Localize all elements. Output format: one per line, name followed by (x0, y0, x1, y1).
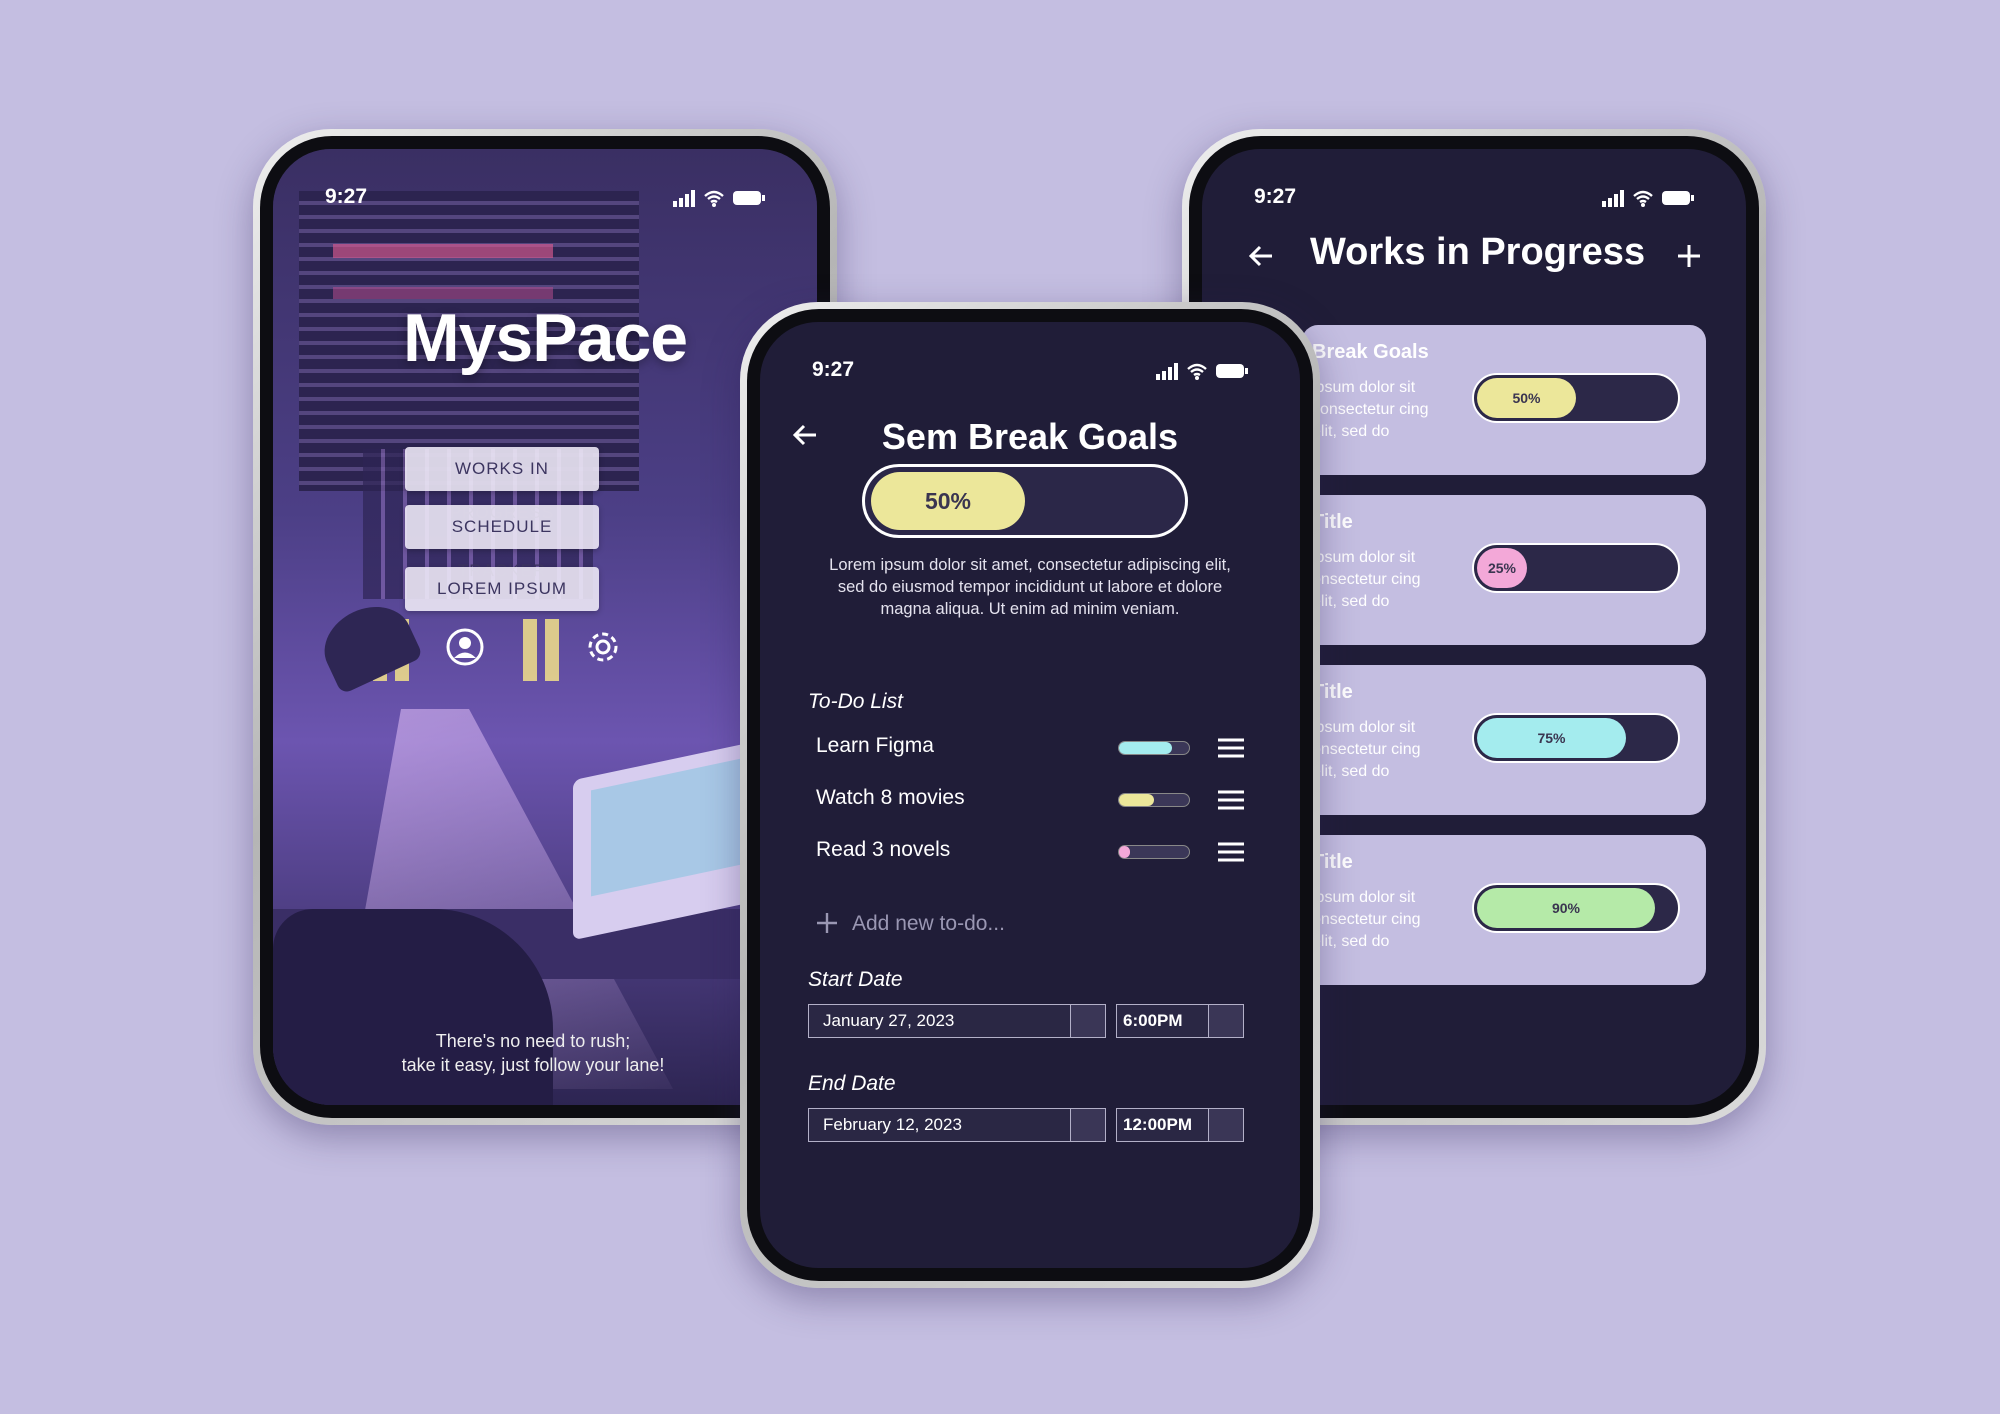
add-icon[interactable] (1676, 243, 1702, 269)
todo-item[interactable]: Watch 8 movies (816, 782, 1250, 818)
start-date-heading: Start Date (808, 968, 903, 991)
add-todo-placeholder: Add new to-do... (852, 912, 1005, 935)
card-description: ipsum dolor sit consectetur cing elit, s… (1312, 379, 1429, 440)
progress-label: 25% (1487, 560, 1517, 576)
todo-progress-bar (1118, 845, 1190, 859)
works-in-progress-button[interactable]: WORKS IN PROGRESS (405, 447, 599, 522)
todo-progress-bar (1118, 741, 1190, 755)
todo-label: Watch 8 movies (816, 786, 965, 809)
progress-fill (1119, 742, 1172, 754)
wip-card[interactable]: Break Goals ipsum dolor sit consectetur … (1302, 325, 1706, 475)
lorem-ipsum-button[interactable]: LOREM IPSUM (405, 567, 599, 611)
progress-fill (1119, 846, 1130, 858)
start-date-field[interactable]: January 27, 2023 (808, 1004, 1106, 1038)
end-date-value: February 12, 2023 (823, 1115, 962, 1134)
todo-label: Read 3 novels (816, 838, 951, 861)
quote-line-1: There's no need to rush; (435, 1031, 631, 1051)
drag-handle-icon[interactable] (1218, 842, 1244, 862)
status-bar: 9:27 (325, 185, 765, 215)
app-brand-title: MysPace (402, 300, 688, 376)
quote-line-2: take it easy, just follow your lane! (401, 1055, 665, 1075)
start-date-value: January 27, 2023 (823, 1011, 955, 1030)
date-picker-button[interactable] (1070, 1109, 1105, 1141)
wip-card[interactable]: Title ipsum dolor sit onsectetur cing el… (1302, 665, 1706, 815)
settings-gear-icon[interactable] (583, 627, 623, 667)
status-time: 9:27 (325, 185, 368, 208)
todo-label: Learn Figma (816, 734, 934, 757)
status-icons (1156, 363, 1248, 380)
card-progress-bar: 25% (1472, 543, 1680, 593)
card-progress-bar: 75% (1472, 713, 1680, 763)
end-time-field[interactable]: 12:00PM (1116, 1108, 1244, 1142)
start-time-field[interactable]: 6:00PM (1116, 1004, 1244, 1038)
lofi-room-illustration (273, 149, 817, 1105)
status-bar: 9:27 (1254, 185, 1694, 215)
status-time: 9:27 (812, 358, 855, 381)
progress-fill (1119, 794, 1154, 806)
drag-handle-icon[interactable] (1218, 790, 1244, 810)
drag-handle-icon[interactable] (1218, 738, 1244, 758)
schedule-tracker-button[interactable]: SCHEDULE TRACKER (405, 505, 599, 580)
end-date-heading: End Date (808, 1072, 896, 1095)
phone-goal-detail: 9:27 Sem Break Goals 50% Lorem ipsum dol… (740, 302, 1320, 1288)
time-picker-button[interactable] (1208, 1005, 1243, 1037)
goal-progress-bar: 50% (862, 464, 1188, 538)
date-picker-button[interactable] (1070, 1005, 1105, 1037)
page-title: Works in Progress (1310, 231, 1646, 273)
back-arrow-icon[interactable] (1246, 241, 1276, 271)
todo-progress-bar (1118, 793, 1190, 807)
plus-icon (817, 913, 837, 933)
todo-item[interactable]: Learn Figma (816, 730, 1250, 766)
progress-label: 75% (1537, 730, 1566, 746)
progress-label: 50% (1512, 390, 1541, 406)
time-picker-button[interactable] (1208, 1109, 1243, 1141)
card-description: ipsum dolor sit onsectetur cing elit, se… (1312, 889, 1421, 950)
goal-detail-screen: 9:27 Sem Break Goals 50% Lorem ipsum dol… (760, 322, 1300, 1268)
add-todo-row[interactable]: Add new to-do... (816, 912, 1005, 936)
progress-label: 90% (1551, 900, 1581, 916)
card-description: ipsum dolor sit onsectetur cing elit, se… (1312, 549, 1421, 610)
status-icons (1602, 190, 1694, 207)
card-progress-bar: 90% (1472, 883, 1680, 933)
page-title: Sem Break Goals (881, 416, 1179, 457)
home-screen: 9:27 MysPace WORKS IN PROGRESS SCHEDULE … (273, 149, 817, 1105)
card-description: ipsum dolor sit onsectetur cing elit, se… (1312, 719, 1421, 780)
progress-label: 50% (924, 488, 972, 514)
card-progress-bar: 50% (1472, 373, 1680, 423)
end-date-field[interactable]: February 12, 2023 (808, 1108, 1106, 1142)
status-time: 9:27 (1254, 185, 1297, 208)
todo-item[interactable]: Read 3 novels (816, 834, 1250, 870)
end-time-value: 12:00PM (1123, 1115, 1192, 1134)
card-title: Break Goals (1312, 341, 1429, 363)
status-icons (673, 190, 765, 207)
goal-description: Lorem ipsum dolor sit amet, consectetur … (829, 556, 1231, 618)
wip-card[interactable]: Title ipsum dolor sit onsectetur cing el… (1302, 495, 1706, 645)
profile-icon[interactable] (445, 627, 485, 667)
start-time-value: 6:00PM (1123, 1011, 1183, 1030)
todo-heading: To-Do List (808, 690, 903, 713)
status-bar: 9:27 (812, 358, 1248, 388)
wip-card[interactable]: Title ipsum dolor sit onsectetur cing el… (1302, 835, 1706, 985)
